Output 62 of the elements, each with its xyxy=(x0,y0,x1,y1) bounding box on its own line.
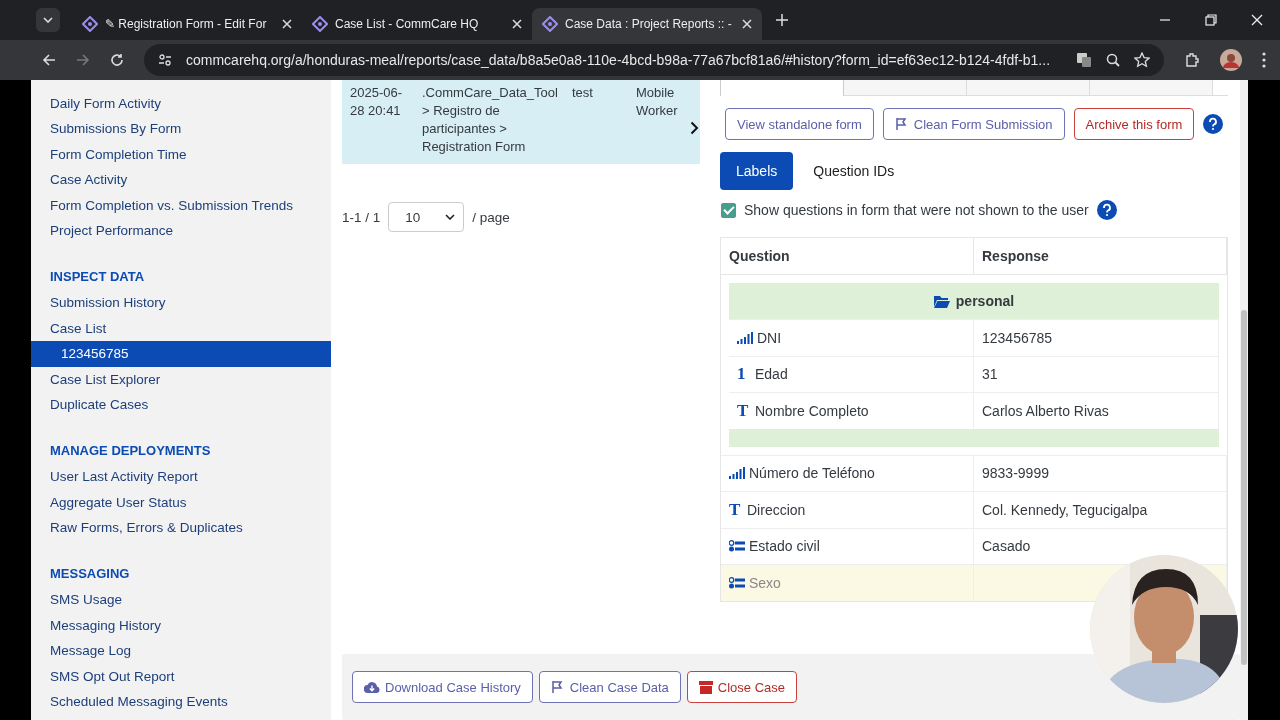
question-label: Número de Teléfono xyxy=(749,465,875,482)
sidebar-link[interactable]: SMS Opt Out Report xyxy=(31,663,331,690)
type-icon: 1 xyxy=(737,364,751,385)
response-value: Carlos Alberto Rivas xyxy=(982,402,1109,419)
view-tab[interactable]: Labels xyxy=(720,152,794,190)
sidebar-heading: MESSAGING xyxy=(49,565,131,584)
question-label: Direccion xyxy=(747,501,806,518)
sidebar-link[interactable]: 123456785 xyxy=(31,341,331,367)
page-size-select[interactable]: 10 xyxy=(388,202,465,232)
question-label: Nombre Completo xyxy=(755,402,869,419)
sidebar-link[interactable]: Raw Forms, Errors & Duplicates xyxy=(31,515,331,541)
sidebar-link[interactable]: Case List Explorer xyxy=(31,366,331,392)
history-row[interactable]: 2025-06-28 20:41 .CommCare_Data_Tool > Registro de participantes > Registration Form test Mobile Worker xyxy=(342,80,700,164)
page-size-label: / page xyxy=(472,209,510,225)
sidebar-link[interactable]: Aggregate User Status xyxy=(31,489,331,516)
sidebar-link[interactable]: Daily Form Activity xyxy=(31,91,331,117)
response-value: 9833-9999 xyxy=(982,465,1049,482)
sidebar-heading: INSPECT DATA xyxy=(49,268,146,287)
action-button[interactable]: Download Case History xyxy=(352,671,533,703)
response-value: 31 xyxy=(982,366,998,383)
sidebar-link[interactable]: Message Log xyxy=(31,638,331,664)
table-cell-text: Mobile Worker xyxy=(636,84,679,120)
column-header: Question xyxy=(721,238,974,274)
response-value: Col. Kennedy, Tegucigalpa xyxy=(982,501,1148,518)
sidebar-link[interactable]: SMS Usage xyxy=(31,587,331,613)
table-cell-text: .CommCare_Data_Tool > Registro de participantes > Registration Form xyxy=(422,84,559,156)
page-range: 1-1 / 1 xyxy=(342,209,381,225)
response-value: 123456785 xyxy=(982,329,1053,346)
type-icon: T xyxy=(737,400,751,421)
question-label: DNI xyxy=(757,329,782,346)
action-button[interactable]: Clean Form Submission xyxy=(882,108,1065,140)
action-button[interactable]: Archive this form xyxy=(1073,108,1195,140)
action-button[interactable]: View standalone form xyxy=(725,108,874,140)
sidebar-link[interactable]: User Last Activity Report xyxy=(31,464,331,490)
sidebar-link[interactable]: Project Performance xyxy=(31,217,331,244)
column-header: Response xyxy=(974,238,1227,274)
sidebar-link[interactable]: Submission History xyxy=(31,290,331,316)
sidebar-link[interactable]: Case Activity xyxy=(31,167,331,193)
sidebar-link[interactable]: Form Completion Time xyxy=(31,141,331,168)
response-value: Casado xyxy=(982,538,1031,555)
browser-tab[interactable]: Case List - CommCare HQ xyxy=(302,8,532,40)
table-cell-text: test xyxy=(572,84,594,102)
question-label: Estado civil xyxy=(749,538,820,555)
question-label: Sexo xyxy=(749,574,781,591)
sidebar-link[interactable]: Form Completion vs. Submission Trends xyxy=(31,192,331,218)
group-title: personal xyxy=(955,293,1015,309)
sidebar-link[interactable]: Messaging History xyxy=(31,612,331,639)
browser-tab[interactable]: Case Data : Project Reports :: - xyxy=(532,8,762,40)
sidebar-heading: MANAGE DEPLOYMENTS xyxy=(49,442,212,461)
action-button[interactable]: Close Case xyxy=(686,671,798,703)
sidebar-link[interactable]: Scheduled Messaging Events xyxy=(31,689,331,715)
browser-tab[interactable]: ✎ Registration Form - Edit For xyxy=(72,8,302,40)
sidebar-link[interactable]: Case List xyxy=(31,315,331,342)
sidebar-link[interactable]: Submissions By Form xyxy=(31,116,331,142)
checkbox-label: Show questions in form that were not shown to the user xyxy=(744,202,1089,218)
view-tab[interactable]: Question IDs xyxy=(797,152,911,190)
type-icon: T xyxy=(729,499,743,520)
sidebar-link[interactable]: Duplicate Cases xyxy=(31,391,331,418)
address-bar[interactable]: commcarehq.org/a/honduras-meal/reports/case_data/b8a5e0a8-110e-4bcd-b98a-77a67bcf81a6/#history?form_id=ef63ec12-b124-4fdf-b1... xyxy=(144,44,1164,76)
question-label: Edad xyxy=(755,366,788,383)
table-cell-text: 2025-06-28 20:41 xyxy=(350,84,404,120)
action-button[interactable]: Clean Case Data xyxy=(538,671,681,703)
